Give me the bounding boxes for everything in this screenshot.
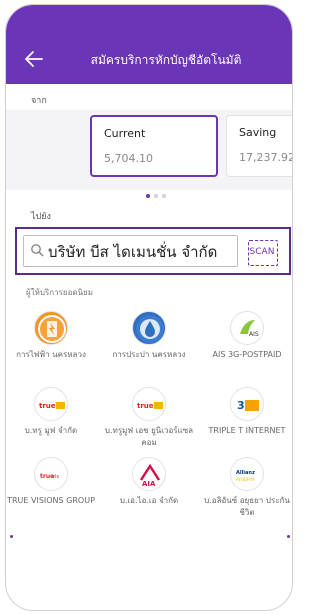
biller-search-area: SCAN: [15, 227, 291, 275]
biller-search-input[interactable]: [48, 241, 236, 263]
ais-logo-icon: AIS: [230, 311, 264, 345]
carousel-dot-active[interactable]: [146, 194, 150, 198]
svg-text:AIA: AIA: [142, 480, 156, 488]
account-balance: 5,704.10: [104, 152, 153, 165]
biller-name: บ.อลิอันซ์ อยุธยา ประกันชีวิต: [204, 496, 290, 517]
popular-billers-label: ผู้ให้บริการยอดนิยม: [26, 288, 93, 297]
biller-name: การประปา นครหลวง: [112, 350, 186, 359]
biller-item-mwa[interactable]: การประปา นครหลวง: [104, 311, 194, 361]
page-title: สมัครบริการหักบัญชีอัตโนมัติ: [90, 53, 242, 67]
header-bar: สมัครบริการหักบัญชีอัตโนมัติ: [6, 5, 292, 84]
back-arrow-icon[interactable]: [25, 51, 47, 69]
svg-text:true: true: [137, 402, 154, 410]
biller-name: AIS 3G-POSTPAID: [212, 350, 282, 359]
biller-item-aia[interactable]: AIA บ.เอ.ไอ.เอ จำกัด: [104, 457, 194, 507]
biller-item-truevisions[interactable]: true vis TRUE VISIONS GROUP: [6, 457, 96, 507]
biller-name: การไฟฟ้า นครหลวง: [16, 350, 86, 359]
scroll-marker: [287, 535, 290, 538]
biller-name: บ.เอ.ไอ.เอ จำกัด: [119, 496, 179, 505]
carousel-dot[interactable]: [162, 194, 166, 198]
biller-search-box[interactable]: [23, 235, 238, 267]
account-balance: 17,237.92: [239, 151, 293, 164]
aia-logo-icon: AIA: [132, 457, 166, 491]
3bb-logo-icon: 3: [230, 387, 264, 421]
carousel-dot[interactable]: [154, 194, 158, 198]
svg-text:3: 3: [237, 399, 245, 412]
account-card-current[interactable]: Current 5,704.10: [90, 115, 218, 177]
biller-item-truemove[interactable]: true บ.ทรู มูฟ จำกัด: [6, 387, 96, 437]
search-icon: [31, 244, 44, 257]
svg-text:Allianz: Allianz: [236, 470, 255, 476]
scroll-marker: [10, 535, 13, 538]
from-label: จาก: [31, 96, 47, 106]
truemove-h-logo-icon: true: [132, 387, 166, 421]
svg-text:AYUDHYA: AYUDHYA: [236, 477, 255, 482]
account-name: Saving: [239, 126, 277, 139]
account-card-saving[interactable]: Saving 17,237.92: [226, 115, 293, 177]
biller-name: บ.ทรู มูฟ จำกัด: [24, 426, 78, 435]
mwa-logo-icon: [132, 311, 166, 345]
mea-logo-icon: [34, 311, 68, 345]
truevisions-logo-icon: true vis: [34, 457, 68, 491]
carousel-dots: [146, 183, 170, 198]
biller-item-truemove-h[interactable]: true บ.ทรูมูฟ เอช ยูนิเวอร์แซล คอม: [104, 387, 194, 449]
biller-item-mea[interactable]: การไฟฟ้า นครหลวง: [6, 311, 96, 361]
scan-label: SCAN: [249, 247, 275, 257]
biller-item-allianz[interactable]: Allianz AYUDHYA บ.อลิอันซ์ อยุธยา ประกัน…: [202, 457, 292, 519]
account-name: Current: [104, 127, 146, 140]
biller-name: บ.ทรูมูฟ เอช ยูนิเวอร์แซล คอม: [104, 426, 194, 447]
truemove-logo-icon: true: [34, 387, 68, 421]
to-label: ไปยัง: [31, 212, 51, 222]
allianz-ayudhya-logo-icon: Allianz AYUDHYA: [230, 457, 264, 491]
biller-item-3bb[interactable]: 3 TRIPLE T INTERNET: [202, 387, 292, 437]
svg-text:AIS: AIS: [249, 331, 259, 338]
svg-text:vis: vis: [52, 474, 59, 480]
phone-frame: สมัครบริการหักบัญชีอัตโนมัติ จาก Current…: [5, 4, 293, 611]
biller-name: TRUE VISIONS GROUP: [7, 496, 95, 505]
scan-button[interactable]: SCAN: [243, 236, 281, 268]
biller-item-ais[interactable]: AIS AIS 3G-POSTPAID: [202, 311, 292, 361]
svg-text:true: true: [39, 402, 56, 410]
biller-name: TRIPLE T INTERNET: [208, 426, 286, 435]
